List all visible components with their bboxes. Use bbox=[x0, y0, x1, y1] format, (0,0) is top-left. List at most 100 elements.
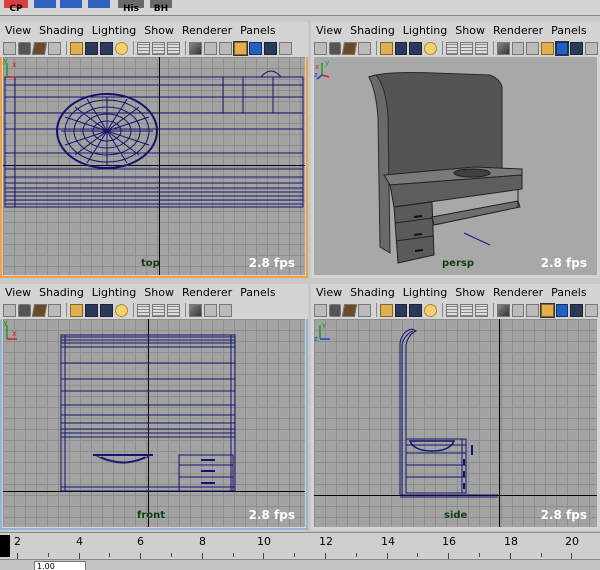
all-lights-icon[interactable] bbox=[526, 303, 539, 317]
shelf-button-3[interactable] bbox=[88, 0, 110, 14]
hq-lighting-icon[interactable] bbox=[585, 303, 598, 317]
viewport-persp[interactable]: x y z persp 2.8 fps bbox=[314, 57, 597, 275]
film-gate-icon[interactable] bbox=[85, 303, 98, 317]
menu-lighting[interactable]: Lighting bbox=[403, 24, 447, 37]
menu-lighting[interactable]: Lighting bbox=[92, 24, 136, 37]
smooth-shade-icon[interactable] bbox=[460, 303, 474, 317]
all-lights-icon[interactable] bbox=[219, 41, 232, 55]
menu-show[interactable]: Show bbox=[455, 24, 485, 37]
safe-action-icon[interactable] bbox=[115, 41, 128, 55]
viewport-front[interactable]: x y front 2.8 fps bbox=[3, 319, 305, 527]
viewport-side[interactable]: z y side 2.8 fps bbox=[314, 319, 597, 527]
wireframe-on-shaded-icon[interactable] bbox=[167, 303, 180, 317]
camera-attributes-icon[interactable] bbox=[328, 41, 342, 55]
panel-top[interactable]: View Shading Lighting Show Renderer Pane… bbox=[0, 22, 308, 278]
shaded-cube-icon[interactable] bbox=[249, 41, 262, 55]
menu-renderer[interactable]: Renderer bbox=[182, 286, 232, 299]
menu-view[interactable]: View bbox=[316, 24, 342, 37]
smooth-shade-icon[interactable] bbox=[152, 41, 165, 55]
menu-view[interactable]: View bbox=[316, 286, 342, 299]
safe-action-icon[interactable] bbox=[115, 303, 128, 317]
xray-icon[interactable] bbox=[496, 41, 510, 55]
isolate-select-icon[interactable] bbox=[539, 302, 555, 318]
resolution-gate-icon[interactable] bbox=[100, 41, 113, 55]
viewport-top[interactable]: x y top 2.8 fps bbox=[3, 57, 305, 275]
menu-panels[interactable]: Panels bbox=[551, 286, 586, 299]
safe-action-icon[interactable] bbox=[424, 41, 437, 55]
camera-attributes-icon[interactable] bbox=[328, 303, 342, 317]
bookmark-icon[interactable] bbox=[31, 41, 48, 55]
texture-icon[interactable] bbox=[264, 41, 277, 55]
texture-icon[interactable] bbox=[570, 303, 584, 317]
current-frame-field[interactable]: 1.00 bbox=[34, 561, 86, 570]
xray-icon[interactable] bbox=[189, 41, 202, 55]
menu-lighting[interactable]: Lighting bbox=[403, 286, 447, 299]
smooth-shade-icon[interactable] bbox=[460, 41, 474, 55]
wireframe-icon[interactable] bbox=[137, 303, 150, 317]
shaded-cube-icon[interactable] bbox=[555, 303, 569, 317]
isolate-select-icon[interactable] bbox=[233, 40, 248, 56]
menu-renderer[interactable]: Renderer bbox=[493, 286, 543, 299]
image-plane-icon[interactable] bbox=[358, 303, 371, 317]
image-plane-icon[interactable] bbox=[358, 41, 371, 55]
default-light-icon[interactable] bbox=[511, 303, 525, 317]
smooth-shade-icon[interactable] bbox=[152, 303, 165, 317]
resolution-gate-icon[interactable] bbox=[409, 303, 422, 317]
menu-show[interactable]: Show bbox=[455, 286, 485, 299]
wireframe-on-shaded-icon[interactable] bbox=[475, 41, 488, 55]
wireframe-icon[interactable] bbox=[137, 41, 150, 55]
menu-renderer[interactable]: Renderer bbox=[493, 24, 543, 37]
menu-renderer[interactable]: Renderer bbox=[182, 24, 232, 37]
cp-shelf-button[interactable]: CP bbox=[4, 0, 28, 14]
bookmark-icon[interactable] bbox=[342, 303, 358, 317]
texture-icon[interactable] bbox=[570, 41, 584, 55]
film-gate-icon[interactable] bbox=[394, 41, 408, 55]
bookmark-icon[interactable] bbox=[31, 303, 48, 317]
menu-panels[interactable]: Panels bbox=[551, 24, 586, 37]
select-camera-icon[interactable] bbox=[314, 303, 327, 317]
film-gate-icon[interactable] bbox=[394, 303, 408, 317]
grid-toggle-icon[interactable] bbox=[379, 303, 393, 317]
menu-lighting[interactable]: Lighting bbox=[92, 286, 136, 299]
wireframe-icon[interactable] bbox=[445, 41, 459, 55]
wireframe-icon[interactable] bbox=[445, 303, 459, 317]
shaded-cube-icon[interactable] bbox=[554, 40, 570, 56]
menu-shading[interactable]: Shading bbox=[39, 24, 84, 37]
film-gate-icon[interactable] bbox=[85, 41, 98, 55]
menu-view[interactable]: View bbox=[5, 286, 31, 299]
menu-panels[interactable]: Panels bbox=[240, 286, 275, 299]
xray-icon[interactable] bbox=[189, 303, 202, 317]
resolution-gate-icon[interactable] bbox=[409, 41, 422, 55]
menu-show[interactable]: Show bbox=[144, 24, 174, 37]
camera-attributes-icon[interactable] bbox=[18, 41, 31, 55]
grid-toggle-icon[interactable] bbox=[70, 41, 83, 55]
xray-icon[interactable] bbox=[496, 303, 510, 317]
all-lights-icon[interactable] bbox=[526, 41, 539, 55]
time-slider[interactable]: 2 4 6 8 10 12 14 16 18 20 bbox=[0, 532, 600, 559]
wireframe-on-shaded-icon[interactable] bbox=[475, 303, 488, 317]
hq-lighting-icon[interactable] bbox=[585, 41, 598, 55]
default-light-icon[interactable] bbox=[511, 41, 525, 55]
bh-shelf-button[interactable]: BH bbox=[150, 0, 172, 14]
image-plane-icon[interactable] bbox=[48, 303, 61, 317]
shelf-button-1[interactable] bbox=[34, 0, 56, 14]
resolution-gate-icon[interactable] bbox=[100, 303, 113, 317]
select-camera-icon[interactable] bbox=[3, 303, 16, 317]
menu-panels[interactable]: Panels bbox=[240, 24, 275, 37]
default-light-icon[interactable] bbox=[204, 41, 217, 55]
image-plane-icon[interactable] bbox=[48, 41, 61, 55]
menu-show[interactable]: Show bbox=[144, 286, 174, 299]
menu-shading[interactable]: Shading bbox=[39, 286, 84, 299]
grid-toggle-icon[interactable] bbox=[70, 303, 83, 317]
bookmark-icon[interactable] bbox=[342, 41, 358, 55]
isolate-select-icon[interactable] bbox=[540, 41, 554, 55]
default-light-icon[interactable] bbox=[204, 303, 217, 317]
select-camera-icon[interactable] bbox=[314, 41, 327, 55]
shelf-button-2[interactable] bbox=[60, 0, 82, 14]
menu-shading[interactable]: Shading bbox=[350, 24, 395, 37]
menu-shading[interactable]: Shading bbox=[350, 286, 395, 299]
grid-toggle-icon[interactable] bbox=[379, 41, 393, 55]
select-camera-icon[interactable] bbox=[3, 41, 16, 55]
menu-view[interactable]: View bbox=[5, 24, 31, 37]
panel-front[interactable]: View Shading Lighting Show Renderer Pane… bbox=[0, 284, 308, 530]
